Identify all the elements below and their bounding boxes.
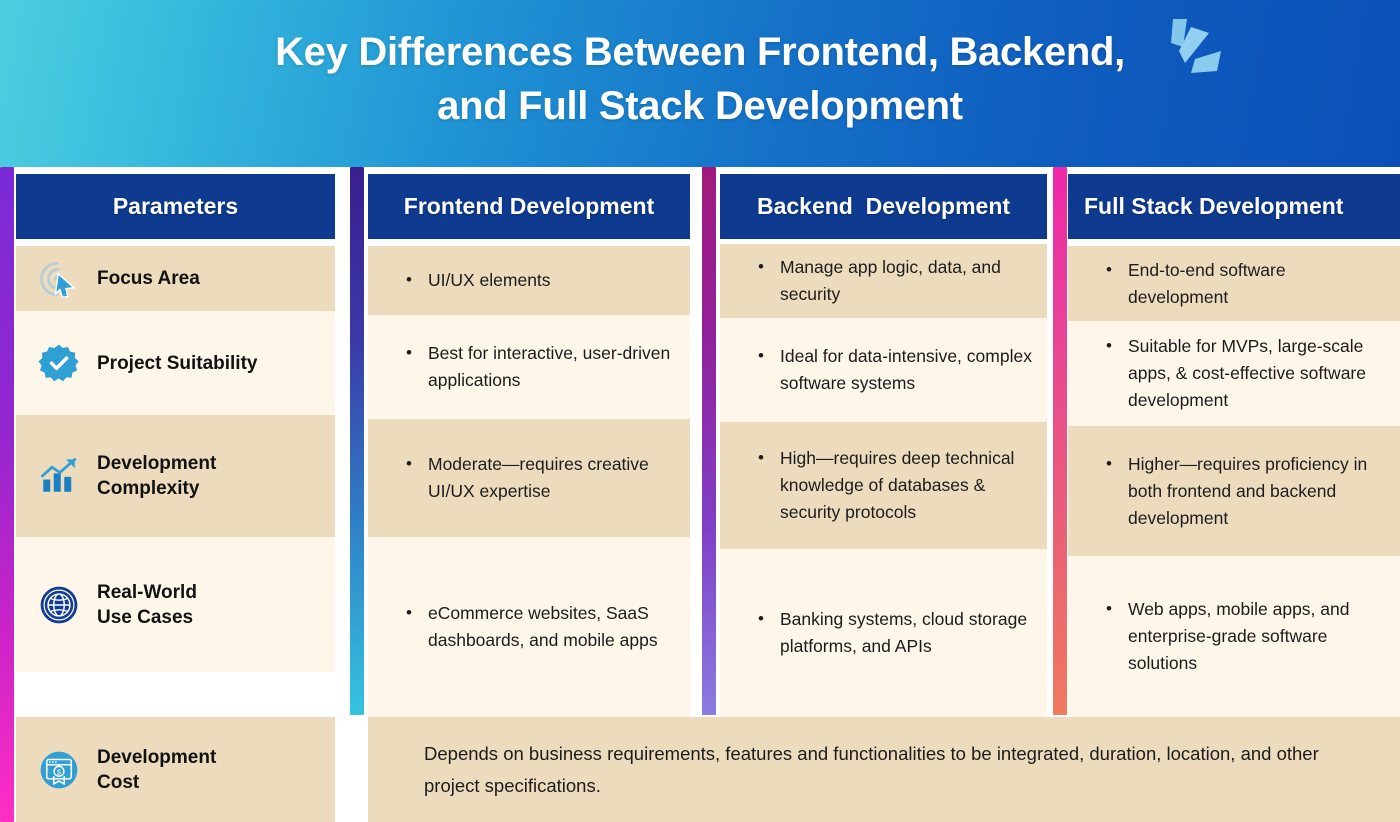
- cell-fullstack-development-complexity[interactable]: Higher—requires proficiency in both fron…: [1068, 426, 1400, 556]
- bullet-list: Manage app logic, data, and security: [756, 253, 1033, 308]
- cell-fullstack-focus-area[interactable]: End-to-end software development: [1068, 246, 1400, 321]
- bullet-list: High—requires deep technical knowledge o…: [756, 444, 1033, 526]
- accent-strip-frontend: [350, 167, 364, 715]
- bullet-item: Higher—requires proficiency in both fron…: [1104, 450, 1386, 532]
- bullet-list: Banking systems, cloud storage platforms…: [756, 605, 1033, 660]
- svg-text:$: $: [57, 769, 61, 776]
- bullet-item: Ideal for data-intensive, complex softwa…: [756, 342, 1033, 397]
- column-header-backend: Backend Development: [720, 174, 1047, 239]
- cell-backend-real-world-use-cases[interactable]: Banking systems, cloud storage platforms…: [720, 549, 1047, 717]
- bullet-list: Web apps, mobile apps, and enterprise-gr…: [1104, 595, 1386, 677]
- cell-development-cost-note[interactable]: Depends on business requirements, featur…: [368, 717, 1400, 822]
- growth-chart-icon: [40, 457, 77, 492]
- bullet-item: Moderate—requires creative UI/UX experti…: [404, 450, 676, 505]
- cell-backend-project-suitability[interactable]: Ideal for data-intensive, complex softwa…: [720, 318, 1047, 422]
- column-parameters: Parameters Focus Area Project Suitabilit…: [0, 167, 335, 822]
- cell-backend-development-complexity[interactable]: High—requires deep technical knowledge o…: [720, 422, 1047, 549]
- parameter-row-focus-area[interactable]: Focus Area: [16, 246, 335, 311]
- page-title-line-2: and Full Stack Development: [437, 84, 963, 128]
- bullet-list: End-to-end software development: [1104, 256, 1386, 311]
- bullet-item: End-to-end software development: [1104, 256, 1386, 311]
- brand-logo-icon: [1171, 19, 1221, 73]
- cell-frontend-real-world-use-cases[interactable]: eCommerce websites, SaaS dashboards, and…: [368, 537, 690, 717]
- bullet-list: eCommerce websites, SaaS dashboards, and…: [404, 599, 676, 654]
- page-banner: Key Differences Between Frontend, Backen…: [0, 0, 1400, 167]
- bullet-item: Manage app logic, data, and security: [756, 253, 1033, 308]
- parameter-row-real-world-use-cases[interactable]: Real-World Use Cases: [16, 537, 335, 672]
- bullet-list: Best for interactive, user-driven applic…: [404, 339, 676, 394]
- verified-check-badge-icon: [38, 344, 79, 382]
- column-header-fullstack: Full Stack Development: [1068, 174, 1400, 239]
- bullet-item: Best for interactive, user-driven applic…: [404, 339, 676, 394]
- bullet-list: Suitable for MVPs, large-scale apps, & c…: [1104, 332, 1386, 414]
- bullet-list: Higher—requires proficiency in both fron…: [1104, 450, 1386, 532]
- cell-backend-focus-area[interactable]: Manage app logic, data, and security: [720, 244, 1047, 318]
- development-cost-note-text: Depends on business requirements, featur…: [424, 742, 1319, 796]
- parameter-row-development-cost[interactable]: $ Development Cost: [16, 717, 335, 822]
- accent-strip-backend: [702, 167, 716, 715]
- bullet-item: Web apps, mobile apps, and enterprise-gr…: [1104, 595, 1386, 677]
- bullet-item: UI/UX elements: [404, 266, 551, 294]
- bullet-item: Suitable for MVPs, large-scale apps, & c…: [1104, 332, 1386, 414]
- accent-strip-parameters: [0, 167, 14, 822]
- bullet-list: Moderate—requires creative UI/UX experti…: [404, 450, 676, 505]
- column-header-parameters: Parameters: [16, 174, 335, 239]
- bullet-item: Banking systems, cloud storage platforms…: [756, 605, 1033, 660]
- target-cursor-icon: [40, 261, 76, 298]
- column-header-frontend: Frontend Development: [368, 174, 690, 239]
- parameter-label: Focus Area: [97, 268, 200, 289]
- cell-frontend-focus-area[interactable]: UI/UX elements: [368, 246, 690, 315]
- cell-fullstack-project-suitability[interactable]: Suitable for MVPs, large-scale apps, & c…: [1068, 321, 1400, 426]
- globe-icon: [40, 586, 78, 623]
- bullet-item: eCommerce websites, SaaS dashboards, and…: [404, 599, 676, 654]
- cost-window-icon: $: [40, 751, 78, 788]
- parameter-label: Development Cost: [97, 746, 217, 793]
- parameter-label: Real-World Use Cases: [97, 581, 197, 628]
- parameter-label: Project Suitability: [97, 352, 258, 374]
- bullet-list: Ideal for data-intensive, complex softwa…: [756, 342, 1033, 397]
- bullet-item: High—requires deep technical knowledge o…: [756, 444, 1033, 526]
- cell-frontend-development-complexity[interactable]: Moderate—requires creative UI/UX experti…: [368, 419, 690, 537]
- parameter-row-development-complexity[interactable]: Development Complexity: [16, 415, 335, 537]
- bullet-list: UI/UX elements: [404, 266, 551, 294]
- cell-frontend-project-suitability[interactable]: Best for interactive, user-driven applic…: [368, 315, 690, 419]
- parameter-label: Development Complexity: [97, 453, 217, 499]
- cell-fullstack-real-world-use-cases[interactable]: Web apps, mobile apps, and enterprise-gr…: [1068, 556, 1400, 717]
- accent-strip-fullstack: [1053, 167, 1067, 715]
- parameter-row-project-suitability[interactable]: Project Suitability: [16, 311, 335, 415]
